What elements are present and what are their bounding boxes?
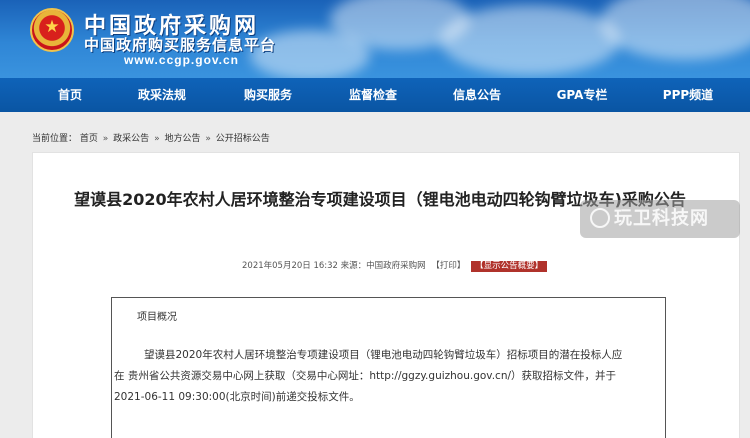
nav-item-purchase-services[interactable]: 购买服务 <box>228 78 308 112</box>
watermark-logo-icon <box>590 208 610 228</box>
nav-item-policy[interactable]: 政采法规 <box>122 78 202 112</box>
breadcrumb-open-tender[interactable]: 公开招标公告 <box>216 134 270 144</box>
publish-info: 2021年05月20日 16:32 来源：中国政府采购网 <box>242 261 426 271</box>
breadcrumb-separator: » <box>102 134 109 144</box>
breadcrumb-separator: » <box>205 134 211 144</box>
breadcrumb-home[interactable]: 首页 <box>80 134 98 144</box>
cloud-decoration <box>600 0 750 60</box>
paragraph-line: 望谟县2020年农村人居环境整治专项建设项目（锂电池电动四轮钩臂垃圾车）招标项目… <box>144 349 623 361</box>
show-summary-button[interactable]: 【显示公告概要】 <box>471 261 548 272</box>
national-emblem-icon <box>30 8 74 52</box>
cloud-decoration <box>440 5 620 75</box>
site-banner: 中国政府采购网 中国政府购买服务信息平台 www.ccgp.gov.cn <box>0 0 750 78</box>
nav-item-announcements[interactable]: 信息公告 <box>437 78 517 112</box>
nav-item-home[interactable]: 首页 <box>30 78 110 112</box>
breadcrumb-prefix: 当前位置： <box>32 134 78 144</box>
paragraph-line: 2021-06-11 09:30:00(北京时间)前递交投标文件。 <box>114 391 360 403</box>
site-subtitle: 中国政府购买服务信息平台 <box>84 36 277 54</box>
print-link[interactable]: 【打印】 <box>431 261 465 271</box>
nav-item-supervision[interactable]: 监督检查 <box>333 78 413 112</box>
breadcrumb-policy-announcements[interactable]: 政采公告 <box>113 134 149 144</box>
section-heading: 项目概况 <box>137 312 177 323</box>
watermark-text: 玩卫科技网 <box>614 208 709 229</box>
project-overview-paragraph: 望谟县2020年农村人居环境整治专项建设项目（锂电池电动四轮钩臂垃圾车）招标项目… <box>114 345 662 408</box>
watermark: 玩卫科技网 <box>580 200 740 238</box>
breadcrumb: 当前位置： 首页 » 政采公告 » 地方公告 » 公开招标公告 <box>32 131 270 144</box>
breadcrumb-local-announcements[interactable]: 地方公告 <box>164 134 200 144</box>
nav-item-gpa[interactable]: GPA专栏 <box>542 78 622 112</box>
site-domain: www.ccgp.gov.cn <box>124 53 240 67</box>
nav-item-ppp[interactable]: PPP频道 <box>648 78 728 112</box>
article-meta: 2021年05月20日 16:32 来源：中国政府采购网 【打印】 【显示公告概… <box>242 259 548 272</box>
breadcrumb-separator: » <box>154 134 160 144</box>
main-nav: 首页 政采法规 购买服务 监督检查 信息公告 GPA专栏 PPP频道 <box>0 78 750 112</box>
paragraph-line: 在 贵州省公共资源交易中心网上获取（交易中心网址：http://ggzy.gui… <box>114 370 617 382</box>
